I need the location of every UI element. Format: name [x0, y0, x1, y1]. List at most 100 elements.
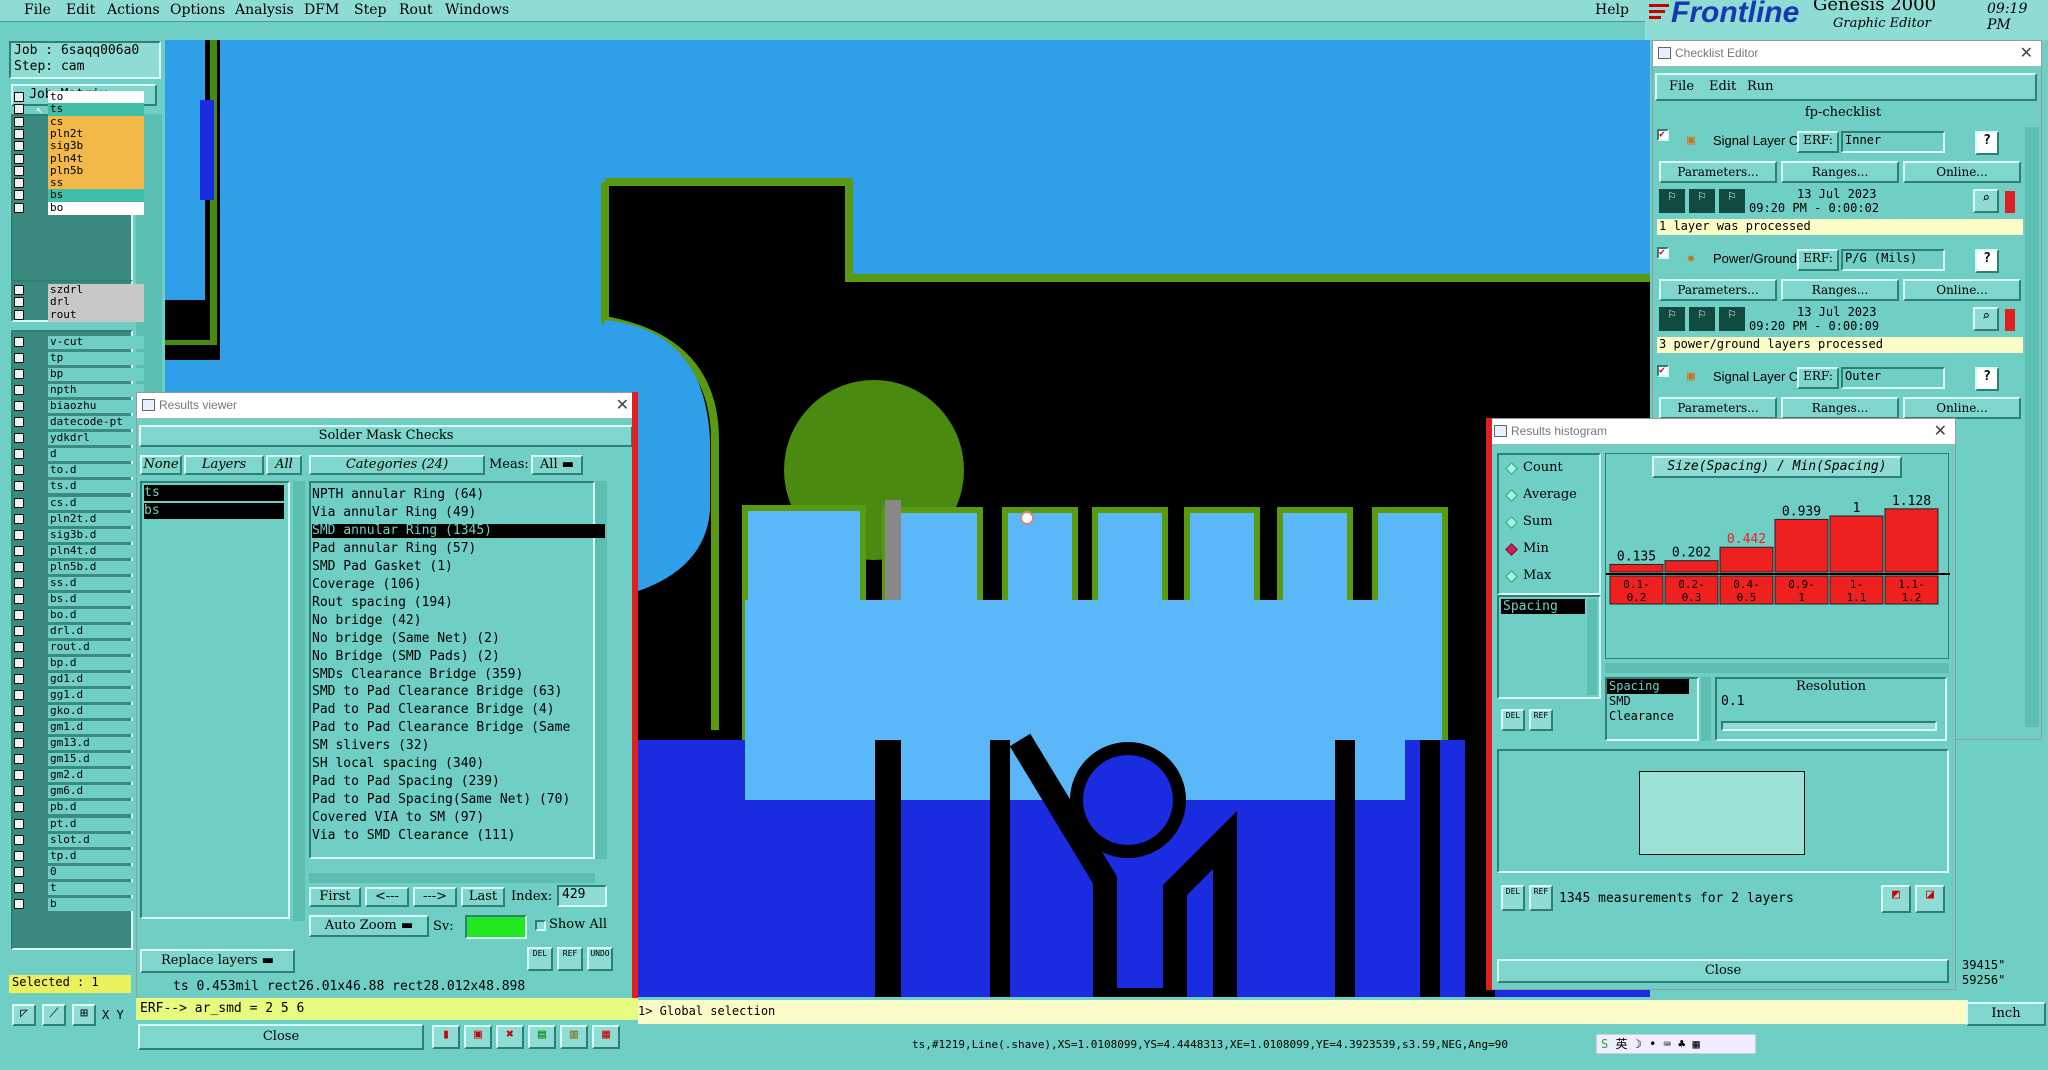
layer-row[interactable]: rout — [14, 308, 144, 322]
zoom-icon[interactable]: ⌕ — [1973, 189, 1999, 213]
category-item[interactable]: No bridge (42) — [312, 613, 422, 628]
histogram-bar[interactable] — [1774, 518, 1829, 573]
category-item[interactable]: NPTH annular Ring (64) — [312, 488, 484, 502]
run-icon[interactable]: ⚐ — [1719, 307, 1745, 331]
erf-button[interactable]: ERF: — [1797, 131, 1839, 153]
layer-checkbox[interactable] — [14, 141, 24, 152]
layer-checkbox[interactable] — [14, 285, 24, 295]
layer-checkbox[interactable] — [14, 465, 24, 476]
layer-checkbox[interactable] — [14, 898, 24, 909]
erf-value[interactable]: Inner — [1841, 131, 1945, 153]
category-item[interactable]: Pad annular Ring (57) — [312, 541, 476, 556]
layer-checkbox[interactable] — [14, 674, 24, 685]
layer-checkbox[interactable] — [14, 866, 24, 877]
layer-checkbox[interactable] — [14, 545, 24, 556]
layer-checkbox[interactable] — [14, 738, 24, 749]
online-button[interactable]: Online... — [1903, 397, 2021, 419]
index-input[interactable]: 429 — [557, 885, 607, 907]
layer-row[interactable]: biaozhu — [14, 400, 144, 414]
layer-row[interactable]: tp.d — [14, 849, 144, 863]
erf-value[interactable]: Outer — [1841, 367, 1945, 389]
none-button[interactable]: None — [140, 455, 182, 475]
layer-row[interactable]: to — [14, 91, 144, 104]
last-button[interactable]: Last — [461, 887, 505, 907]
histogram-bar[interactable] — [1829, 515, 1884, 573]
category-item[interactable]: SM slivers (32) — [312, 739, 429, 753]
menu-edit[interactable]: Edit — [66, 2, 95, 18]
layer-checkbox[interactable] — [14, 529, 24, 540]
layer-checkbox[interactable] — [14, 297, 24, 308]
layer-checkbox[interactable] — [14, 128, 24, 139]
layer-checkbox[interactable] — [14, 754, 24, 765]
layer-checkbox[interactable] — [14, 850, 24, 861]
run-icon[interactable]: ⚐ — [1689, 307, 1715, 331]
size-list-item[interactable]: Clearance — [1607, 709, 1697, 724]
checklist-menu-run[interactable]: Run — [1747, 79, 1774, 94]
layer-checkbox[interactable] — [14, 818, 24, 829]
measure-tool-icon[interactable]: ⟋ — [42, 1004, 66, 1026]
run-icon[interactable]: ⚐ — [1659, 189, 1685, 213]
category-item[interactable]: Pad to Pad Clearance Bridge (Same — [312, 721, 570, 735]
menu-dfm[interactable]: DFM — [304, 2, 339, 18]
layer-row[interactable]: 0 — [14, 865, 144, 879]
hist-ref-icon[interactable]: REF — [1529, 709, 1553, 731]
category-item[interactable]: SH local spacing (340) — [312, 757, 484, 771]
histogram-bar[interactable] — [1884, 508, 1939, 573]
category-item[interactable]: Rout spacing (194) — [312, 595, 453, 610]
export-icon[interactable]: ◩ — [1881, 885, 1911, 913]
layer-row[interactable]: ss — [14, 177, 144, 191]
category-item[interactable]: No Bridge (SMD Pads) (2) — [312, 649, 500, 664]
erf-line[interactable]: ERF--> ar_smd = 2 5 6 — [136, 998, 638, 1020]
print-icon[interactable]: ◪ — [1915, 885, 1945, 913]
layer-checkbox[interactable] — [14, 786, 24, 797]
layer-checkbox[interactable] — [14, 337, 24, 347]
layer-row[interactable]: bp.d — [14, 657, 144, 670]
layer-checkbox[interactable] — [14, 153, 24, 164]
histogram-bar[interactable] — [1609, 563, 1664, 573]
histogram-bar[interactable] — [1719, 546, 1774, 573]
menu-options[interactable]: Options — [170, 2, 225, 18]
menu-file[interactable]: File — [24, 2, 51, 18]
layer-row[interactable]: bs — [14, 189, 144, 203]
mode-radio-max[interactable]: Max — [1505, 568, 1595, 586]
prev-button[interactable]: <--- — [365, 887, 409, 907]
layer-row[interactable]: to.d — [14, 464, 144, 478]
size-list-item[interactable]: Spacing — [1607, 679, 1689, 694]
layer-list-item[interactable]: bs — [144, 503, 284, 519]
layer-checkbox[interactable] — [14, 802, 24, 813]
category-hscrollbar[interactable] — [309, 873, 595, 883]
layer-checkbox[interactable] — [14, 417, 24, 428]
layer-row[interactable]: gm1.d — [14, 721, 144, 735]
layer-checkbox[interactable] — [14, 882, 24, 893]
layer-checkbox[interactable] — [14, 481, 24, 492]
layer-row[interactable]: pt.d — [14, 817, 144, 831]
units-dropdown[interactable]: Inch — [1966, 1002, 2046, 1026]
layer-checkbox[interactable] — [14, 92, 24, 102]
layer-row[interactable]: ↖ ts — [14, 103, 144, 117]
layer-row[interactable]: gko.d — [14, 705, 144, 719]
check-enabled-checkbox[interactable]: ✔ — [1657, 129, 1669, 141]
mode-radio-min[interactable]: Min — [1505, 541, 1595, 559]
layer-checkbox[interactable] — [14, 834, 24, 845]
layer-row[interactable]: tp — [14, 352, 144, 366]
mode-radio-average[interactable]: Average — [1505, 487, 1595, 505]
measure-list[interactable]: Spacing — [1497, 595, 1601, 699]
layer-row[interactable]: pln2t.d — [14, 512, 144, 526]
layer-checkbox[interactable] — [14, 722, 24, 733]
layer-row[interactable]: rout.d — [14, 640, 144, 654]
show-all-checkbox[interactable] — [535, 920, 546, 931]
layer-checkbox[interactable] — [14, 449, 24, 460]
layer-checkbox[interactable] — [14, 116, 24, 127]
layer-row[interactable]: pln5b — [14, 164, 144, 178]
layer-row[interactable]: t — [14, 881, 144, 895]
erf-button[interactable]: ERF: — [1797, 367, 1839, 389]
undo-icon[interactable]: UNDO — [587, 947, 613, 971]
layer-checkbox[interactable] — [14, 690, 24, 701]
check-enabled-checkbox[interactable]: ✔ — [1657, 247, 1669, 259]
layer-row[interactable]: gm6.d — [14, 785, 144, 799]
layer-row[interactable]: ydkdrl — [14, 432, 144, 446]
layer-row[interactable]: pln5b.d — [14, 560, 144, 574]
category-item[interactable]: Coverage (106) — [312, 577, 422, 592]
cross-icon[interactable]: ✖ — [496, 1025, 524, 1049]
checklist-scrollbar[interactable] — [2025, 127, 2039, 727]
